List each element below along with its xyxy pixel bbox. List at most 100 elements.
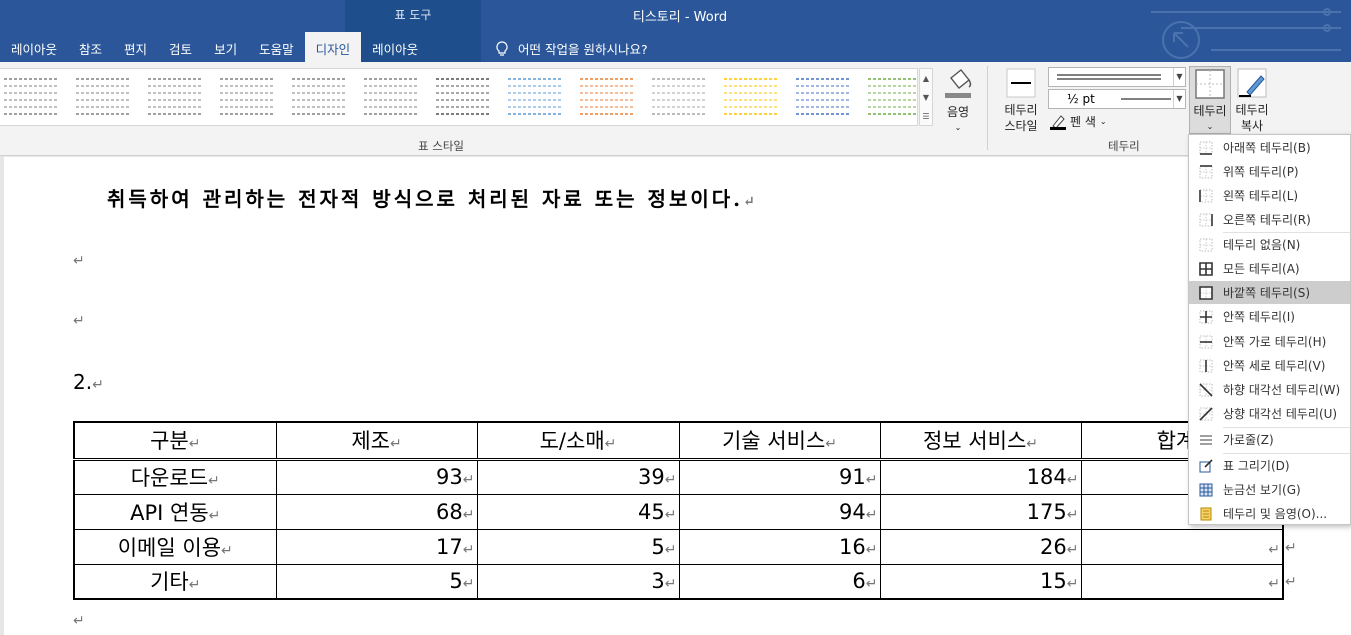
lightbulb-icon: [496, 40, 508, 56]
menu-item-diagonal-up-border[interactable]: 상향 대각선 테두리(U): [1189, 402, 1350, 425]
bottom-border-icon: [1189, 136, 1223, 159]
menu-item-inside-vertical-border[interactable]: 안쪽 세로 테두리(V): [1189, 354, 1350, 377]
menu-item-all-borders[interactable]: 모든 테두리(A): [1189, 257, 1350, 280]
header-cell[interactable]: 기술 서비스↵: [678, 421, 881, 461]
borders-button[interactable]: 테두리 ⌄: [1189, 66, 1231, 134]
paragraph-mark: ↵: [73, 313, 85, 329]
tab-table-design[interactable]: 디자인: [304, 32, 362, 62]
gallery-scroll[interactable]: ▲ ▼ ☰: [919, 68, 933, 126]
value-cell[interactable]: 93↵: [275, 458, 478, 495]
value-cell[interactable]: 5↵: [275, 563, 478, 600]
menu-item-label: 오른쪽 테두리(R): [1223, 213, 1311, 227]
borders-dropdown-icon[interactable]: ⌄: [1190, 119, 1230, 135]
header-cell[interactable]: 도/소매↵: [476, 421, 680, 461]
menu-item-bottom-border[interactable]: 아래쪽 테두리(B): [1189, 136, 1350, 159]
value-cell[interactable]: 175↵: [879, 493, 1082, 530]
table-style-thumbnail[interactable]: [292, 78, 346, 115]
line-weight-dropdown-icon[interactable]: ▼: [1173, 90, 1185, 108]
value-cell[interactable]: 94↵: [678, 493, 881, 530]
value-cell[interactable]: ↵: [1080, 563, 1284, 600]
value-cell[interactable]: 45↵: [476, 493, 680, 530]
table-style-thumbnail[interactable]: [796, 78, 850, 115]
table-style-thumbnail[interactable]: [868, 78, 922, 115]
table-style-thumbnail[interactable]: [580, 78, 634, 115]
pen-color-dropdown-icon[interactable]: ⌄: [1100, 114, 1107, 130]
gallery-more-icon[interactable]: ☰: [920, 107, 932, 126]
tab-help[interactable]: 도움말: [248, 32, 305, 62]
tab-layout[interactable]: 레이아웃: [0, 32, 68, 62]
menu-item-outside-borders[interactable]: 바깥쪽 테두리(S): [1189, 281, 1350, 304]
row-label-cell[interactable]: 기타↵: [73, 563, 277, 600]
value-cell[interactable]: 16↵: [678, 528, 881, 565]
menu-item-top-border[interactable]: 위쪽 테두리(P): [1189, 160, 1350, 183]
table-styles-gallery[interactable]: [0, 68, 922, 127]
menu-item-draw-table[interactable]: 표 그리기(D): [1189, 454, 1350, 477]
table-style-thumbnails[interactable]: [0, 69, 922, 127]
menu-item-borders-and-shading[interactable]: 테두리 및 음영(O)...: [1189, 502, 1350, 525]
value-cell[interactable]: 3↵: [476, 563, 680, 600]
menu-item-right-border[interactable]: 오른쪽 테두리(R): [1189, 208, 1350, 231]
tab-view[interactable]: 보기: [203, 32, 248, 62]
header-cell[interactable]: 구분↵: [73, 421, 277, 461]
value-cell[interactable]: 91↵: [678, 458, 881, 495]
tab-table-layout[interactable]: 레이아웃: [361, 32, 429, 62]
menu-item-view-gridlines[interactable]: 눈금선 보기(G): [1189, 478, 1350, 501]
value-cell[interactable]: 39↵: [476, 458, 680, 495]
section-number-paragraph[interactable]: 2.↵: [73, 370, 104, 394]
menu-item-diagonal-down-border[interactable]: 하향 대각선 테두리(W): [1189, 378, 1350, 401]
pen-color-button[interactable]: 펜 색 ⌄: [1050, 114, 1107, 130]
ribbon-tabs: 레이아웃 참조 편지 검토 보기 도움말 디자인 레이아웃: [0, 32, 429, 62]
line-style-dropdown-icon[interactable]: ▼: [1173, 68, 1185, 86]
border-painter-button[interactable]: 테두리 복사: [1232, 68, 1272, 134]
value-cell[interactable]: 26↵: [879, 528, 1082, 565]
tab-review[interactable]: 검토: [158, 32, 203, 62]
table-style-thumbnail[interactable]: [364, 78, 418, 115]
value-cell[interactable]: 5↵: [476, 528, 680, 565]
heading-paragraph[interactable]: 취득하여 관리하는 전자적 방식으로 처리된 자료 또는 정보이다.↵: [107, 183, 758, 212]
data-table[interactable]: 구분↵ 제조↵ 도/소매↵ 기술 서비스↵ 정보 서비스↵ 합계↵ 다운로드↵ …: [73, 421, 1284, 600]
table-row: 이메일 이용↵ 17↵ 5↵ 16↵ 26↵ ↵: [73, 528, 1284, 565]
paragraph-mark: ↵: [73, 253, 85, 269]
row-label-cell[interactable]: 이메일 이용↵: [73, 528, 277, 565]
line-style-select[interactable]: ▼: [1048, 67, 1186, 87]
menu-item-label: 안쪽 세로 테두리(V): [1223, 359, 1326, 373]
value-cell[interactable]: 15↵: [879, 563, 1082, 600]
tab-mailings[interactable]: 편지: [113, 32, 158, 62]
menu-item-left-border[interactable]: 왼쪽 테두리(L): [1189, 184, 1350, 207]
table-style-thumbnail[interactable]: [148, 78, 202, 115]
borders-group-label: 테두리: [1108, 139, 1140, 153]
value-cell[interactable]: 68↵: [275, 493, 478, 530]
tab-references[interactable]: 참조: [68, 32, 113, 62]
table-style-thumbnail[interactable]: [436, 78, 490, 115]
value-cell[interactable]: ↵: [1080, 528, 1284, 565]
menu-item-no-border[interactable]: 테두리 없음(N): [1189, 233, 1350, 256]
header-cell[interactable]: 제조↵: [275, 421, 478, 461]
row-label-cell[interactable]: API 연동↵: [73, 493, 277, 530]
menu-item-label: 테두리 없음(N): [1223, 238, 1301, 252]
left-border-icon: [1189, 184, 1223, 207]
value-cell[interactable]: 17↵: [275, 528, 478, 565]
table-style-thumbnail[interactable]: [724, 78, 778, 115]
table-style-thumbnail[interactable]: [508, 78, 562, 115]
menu-item-inside-horizontal-border[interactable]: 안쪽 가로 테두리(H): [1189, 330, 1350, 353]
table-style-thumbnail[interactable]: [652, 78, 706, 115]
value-cell[interactable]: 6↵: [678, 563, 881, 600]
menu-item-inside-borders[interactable]: 안쪽 테두리(I): [1189, 305, 1350, 328]
shading-dropdown-icon[interactable]: ⌄: [940, 120, 976, 136]
tell-me-box[interactable]: 어떤 작업을 원하시나요?: [496, 39, 648, 58]
pen-color-icon: [1050, 115, 1066, 130]
border-styles-button[interactable]: 테두리 스타일: [995, 68, 1047, 134]
line-weight-select[interactable]: ½ pt ▼: [1048, 89, 1186, 109]
table-style-thumbnail[interactable]: [4, 78, 58, 115]
menu-item-label: 안쪽 가로 테두리(H): [1223, 335, 1327, 349]
shading-button[interactable]: 음영 ⌄: [940, 66, 976, 136]
line-weight-value: ½ pt: [1067, 92, 1095, 106]
table-style-thumbnail[interactable]: [220, 78, 274, 115]
header-cell[interactable]: 정보 서비스↵: [879, 421, 1082, 461]
gallery-scroll-up-icon[interactable]: ▲: [920, 69, 932, 88]
table-style-thumbnail[interactable]: [76, 78, 130, 115]
value-cell[interactable]: 184↵: [879, 458, 1082, 495]
menu-item-horizontal-line[interactable]: 가로줄(Z): [1189, 428, 1350, 451]
gallery-scroll-down-icon[interactable]: ▼: [920, 88, 932, 107]
row-label-cell[interactable]: 다운로드↵: [73, 458, 277, 495]
